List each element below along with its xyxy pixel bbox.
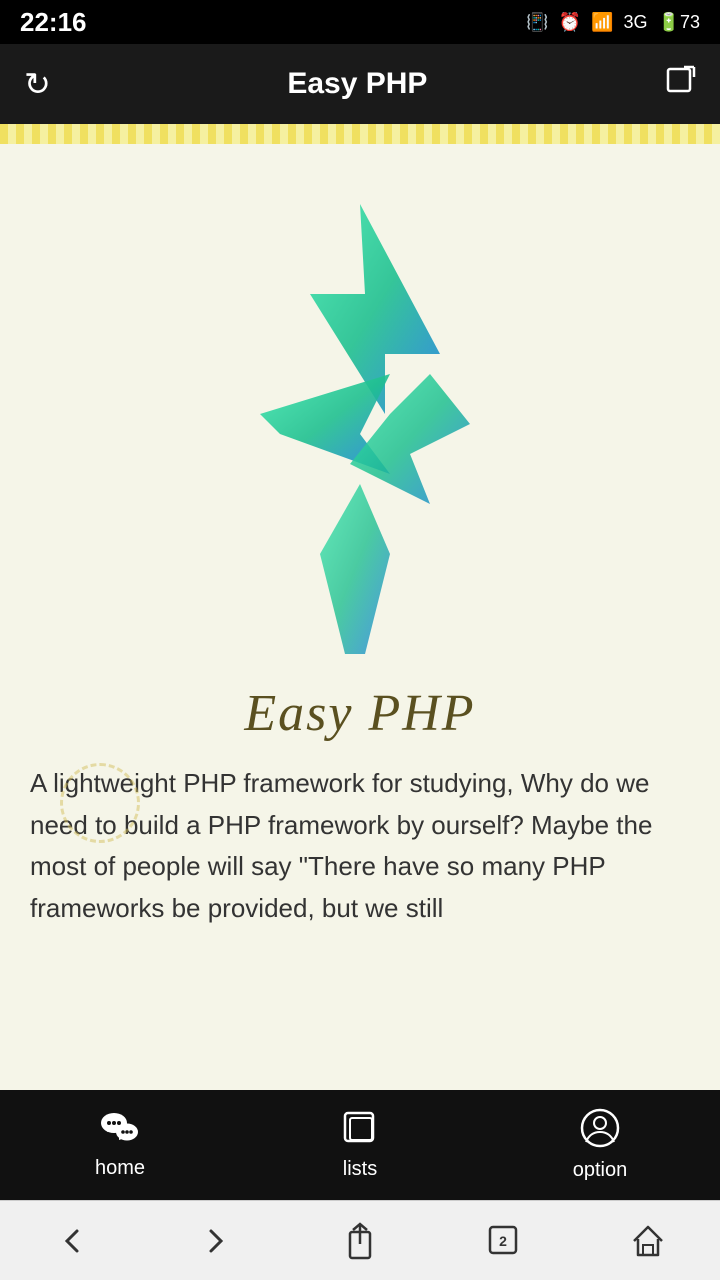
tab-lists-label: lists bbox=[343, 1158, 377, 1181]
home-icon bbox=[99, 1110, 141, 1151]
tab-bar: home lists option bbox=[0, 1090, 720, 1200]
battery-icon: 🔋73 bbox=[658, 12, 700, 33]
signal-icon: 3G bbox=[624, 12, 648, 33]
tab-option-label: option bbox=[573, 1159, 628, 1182]
home-nav-button[interactable] bbox=[618, 1211, 678, 1271]
tab-home[interactable]: home bbox=[0, 1110, 240, 1180]
wifi-icon: 📶 bbox=[591, 12, 613, 33]
tab-option[interactable]: option bbox=[480, 1108, 720, 1182]
tab-home-label: home bbox=[95, 1157, 145, 1180]
forward-button[interactable] bbox=[186, 1211, 246, 1271]
page-title: Easy PHP bbox=[287, 67, 427, 101]
edit-button[interactable] bbox=[664, 65, 696, 104]
vibrate-icon: 📳 bbox=[526, 12, 548, 33]
status-icons: 📳 ⏰ 📶 3G 🔋73 bbox=[526, 12, 700, 33]
status-time: 22:16 bbox=[20, 7, 87, 38]
yellow-strip bbox=[0, 124, 720, 144]
tabs-button[interactable]: 2 bbox=[474, 1211, 534, 1271]
main-content: Easy PHP A lightweight PHP framework for… bbox=[0, 144, 720, 1090]
share-button[interactable] bbox=[330, 1211, 390, 1271]
bottom-nav: 2 bbox=[0, 1200, 720, 1280]
tab-lists[interactable]: lists bbox=[240, 1109, 480, 1181]
lists-icon bbox=[341, 1109, 379, 1152]
app-logo bbox=[230, 174, 490, 674]
status-bar: 22:16 📳 ⏰ 📶 3G 🔋73 bbox=[0, 0, 720, 44]
scroll-decoration bbox=[60, 763, 140, 843]
description-container: A lightweight PHP framework for studying… bbox=[30, 763, 690, 929]
svg-text:2: 2 bbox=[499, 1233, 507, 1249]
option-icon bbox=[580, 1108, 620, 1153]
back-button[interactable] bbox=[42, 1211, 102, 1271]
refresh-button[interactable]: ↻ bbox=[24, 65, 51, 103]
app-title: Easy PHP bbox=[244, 684, 475, 743]
logo-container bbox=[220, 164, 500, 684]
alarm-icon: ⏰ bbox=[559, 12, 581, 33]
nav-bar: ↻ Easy PHP bbox=[0, 44, 720, 124]
